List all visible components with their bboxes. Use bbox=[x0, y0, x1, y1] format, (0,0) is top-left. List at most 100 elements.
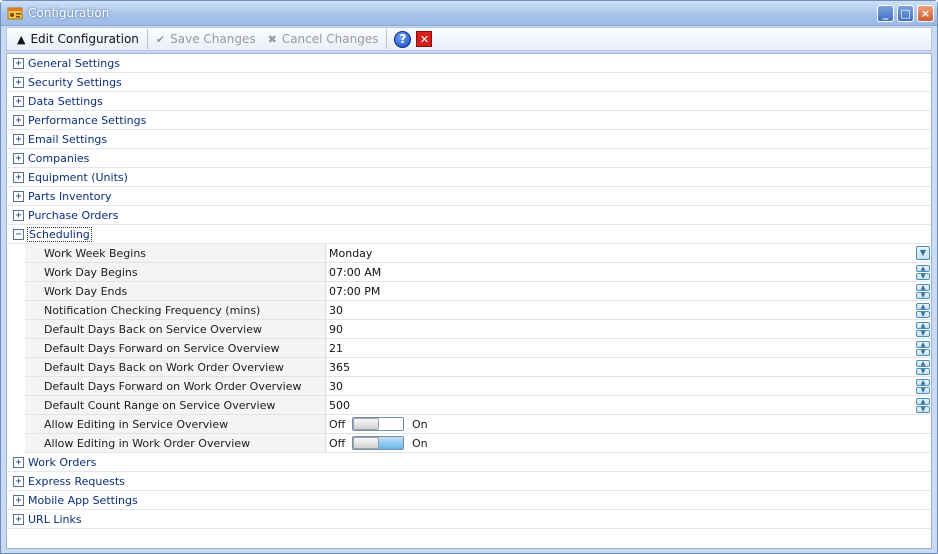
spin-up-icon[interactable]: ▲ bbox=[916, 265, 930, 272]
spinner-buttons[interactable]: ▲ ▼ bbox=[916, 360, 930, 375]
close-icon: × bbox=[920, 7, 931, 20]
property-value-field[interactable]: 21 ▲ ▼ bbox=[327, 339, 931, 357]
dropdown-chevron-icon[interactable]: ▼ bbox=[916, 246, 930, 260]
property-row-work-day-begins: Work Day Begins 07:00 AM ▲ ▼ bbox=[25, 263, 931, 282]
property-name: Default Days Forward on Service Overview bbox=[25, 339, 326, 357]
close-window-button[interactable]: × bbox=[917, 5, 934, 22]
maximize-button[interactable]: □ bbox=[897, 5, 914, 22]
expand-icon[interactable]: + bbox=[13, 115, 24, 126]
spinner-buttons[interactable]: ▲ ▼ bbox=[916, 303, 930, 318]
expand-icon[interactable]: + bbox=[13, 58, 24, 69]
toggle-switch[interactable] bbox=[352, 417, 404, 431]
property-name: Default Days Back on Service Overview bbox=[25, 320, 326, 338]
property-value-field[interactable]: 500 ▲ ▼ bbox=[327, 396, 931, 414]
property-value: Monday bbox=[329, 247, 373, 260]
category-work-orders[interactable]: + Work Orders bbox=[7, 453, 931, 472]
collapse-icon[interactable]: − bbox=[13, 229, 24, 240]
toggle-knob[interactable] bbox=[353, 437, 379, 449]
category-label: General Settings bbox=[28, 57, 120, 70]
category-parts-inventory[interactable]: + Parts Inventory bbox=[7, 187, 931, 206]
property-value: 500 bbox=[329, 399, 350, 412]
expand-icon[interactable]: + bbox=[13, 77, 24, 88]
category-label: Companies bbox=[28, 152, 90, 165]
expand-icon[interactable]: + bbox=[13, 210, 24, 221]
edit-configuration-button[interactable]: ▲ Edit Configuration bbox=[7, 28, 145, 50]
red-x-icon[interactable]: ✕ bbox=[416, 31, 433, 47]
spin-down-icon[interactable]: ▼ bbox=[916, 292, 930, 299]
property-value-field[interactable]: 30 ▲ ▼ bbox=[327, 301, 931, 319]
toggle-knob[interactable] bbox=[353, 418, 379, 430]
expand-icon[interactable]: + bbox=[13, 134, 24, 145]
spinner-buttons[interactable]: ▲ ▼ bbox=[916, 379, 930, 394]
property-value: 30 bbox=[329, 380, 343, 393]
spinner-buttons[interactable]: ▲ ▼ bbox=[916, 284, 930, 299]
spin-up-icon[interactable]: ▲ bbox=[916, 284, 930, 291]
property-value-field[interactable]: Monday ▼ bbox=[327, 244, 931, 262]
category-label: Performance Settings bbox=[28, 114, 147, 127]
property-name: Default Days Forward on Work Order Overv… bbox=[25, 377, 326, 395]
save-changes-label: Save Changes bbox=[170, 32, 256, 46]
property-row-work-week-begins: Work Week Begins Monday ▼ bbox=[25, 244, 931, 263]
category-equipment-units[interactable]: + Equipment (Units) bbox=[7, 168, 931, 187]
category-scheduling[interactable]: − Scheduling bbox=[7, 225, 931, 244]
property-value-field[interactable]: 365 ▲ ▼ bbox=[327, 358, 931, 376]
spin-up-icon[interactable]: ▲ bbox=[916, 303, 930, 310]
spin-down-icon[interactable]: ▼ bbox=[916, 273, 930, 280]
expand-icon[interactable]: + bbox=[13, 514, 24, 525]
property-value-field[interactable]: 07:00 PM ▲ ▼ bbox=[327, 282, 931, 300]
expand-icon[interactable]: + bbox=[13, 96, 24, 107]
property-row-work-day-ends: Work Day Ends 07:00 PM ▲ ▼ bbox=[25, 282, 931, 301]
category-data-settings[interactable]: + Data Settings bbox=[7, 92, 931, 111]
category-performance-settings[interactable]: + Performance Settings bbox=[7, 111, 931, 130]
expand-icon[interactable]: + bbox=[13, 457, 24, 468]
property-value: 30 bbox=[329, 304, 343, 317]
spin-down-icon[interactable]: ▼ bbox=[916, 330, 930, 337]
expand-icon[interactable]: + bbox=[13, 476, 24, 487]
property-row-default-days-forward-on-work-order-overview: Default Days Forward on Work Order Overv… bbox=[25, 377, 931, 396]
spin-down-icon[interactable]: ▼ bbox=[916, 406, 930, 413]
category-email-settings[interactable]: + Email Settings bbox=[7, 130, 931, 149]
spin-down-icon[interactable]: ▼ bbox=[916, 349, 930, 356]
property-value: 07:00 PM bbox=[329, 285, 381, 298]
spin-up-icon[interactable]: ▲ bbox=[916, 360, 930, 367]
toggle-row-allow-editing-in-service-overview: Allow Editing in Service Overview Off On bbox=[25, 415, 931, 434]
category-url-links[interactable]: + URL Links bbox=[7, 510, 931, 529]
title-bar[interactable]: Configuration _ □ × bbox=[1, 1, 937, 26]
spin-up-icon[interactable]: ▲ bbox=[916, 341, 930, 348]
property-value-field[interactable]: 07:00 AM ▲ ▼ bbox=[327, 263, 931, 281]
spin-up-icon[interactable]: ▲ bbox=[916, 398, 930, 405]
toggle-switch[interactable] bbox=[352, 436, 404, 450]
category-mobile-app-settings[interactable]: + Mobile App Settings bbox=[7, 491, 931, 510]
spinner-buttons[interactable]: ▲ ▼ bbox=[916, 341, 930, 356]
spinner-buttons[interactable]: ▲ ▼ bbox=[916, 398, 930, 413]
property-name: Work Week Begins bbox=[25, 244, 326, 262]
expand-icon[interactable]: + bbox=[13, 191, 24, 202]
cancel-changes-button[interactable]: ✖ Cancel Changes bbox=[262, 28, 385, 50]
minimize-button[interactable]: _ bbox=[877, 5, 894, 22]
expand-icon[interactable]: + bbox=[13, 153, 24, 164]
category-purchase-orders[interactable]: + Purchase Orders bbox=[7, 206, 931, 225]
help-icon[interactable]: ? bbox=[394, 30, 412, 48]
spin-up-icon[interactable]: ▲ bbox=[916, 379, 930, 386]
toggle-off-label: Off bbox=[329, 437, 346, 450]
property-value-field[interactable]: 30 ▲ ▼ bbox=[327, 377, 931, 395]
category-express-requests[interactable]: + Express Requests bbox=[7, 472, 931, 491]
category-label: Mobile App Settings bbox=[28, 494, 138, 507]
property-value: 90 bbox=[329, 323, 343, 336]
category-general-settings[interactable]: + General Settings bbox=[7, 54, 931, 73]
spin-up-icon[interactable]: ▲ bbox=[916, 322, 930, 329]
category-security-settings[interactable]: + Security Settings bbox=[7, 73, 931, 92]
expand-icon[interactable]: + bbox=[13, 172, 24, 183]
expand-icon[interactable]: + bbox=[13, 495, 24, 506]
checkmark-icon: ✔ bbox=[155, 32, 166, 46]
spin-down-icon[interactable]: ▼ bbox=[916, 311, 930, 318]
minimize-icon: _ bbox=[882, 7, 889, 20]
spinner-buttons[interactable]: ▲ ▼ bbox=[916, 322, 930, 337]
spin-down-icon[interactable]: ▼ bbox=[916, 368, 930, 375]
property-value-field[interactable]: 90 ▲ ▼ bbox=[327, 320, 931, 338]
save-changes-button[interactable]: ✔ Save Changes bbox=[150, 28, 262, 50]
category-companies[interactable]: + Companies bbox=[7, 149, 931, 168]
spin-down-icon[interactable]: ▼ bbox=[916, 387, 930, 394]
spinner-buttons[interactable]: ▲ ▼ bbox=[916, 265, 930, 280]
property-name: Allow Editing in Service Overview bbox=[25, 415, 326, 433]
